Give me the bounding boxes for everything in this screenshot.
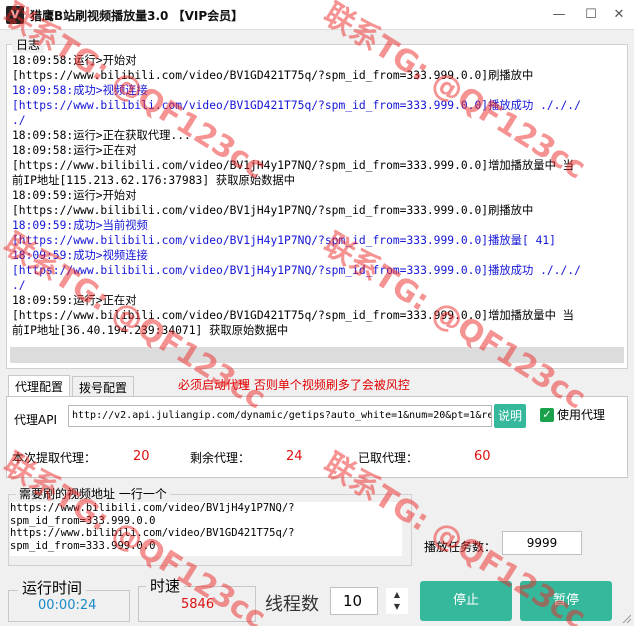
- log-line: [https://www.bilibili.com/video/BV1GD421…: [12, 99, 581, 112]
- remaining-proxy-value: 24: [286, 449, 303, 464]
- minimize-icon[interactable]: —: [548, 4, 570, 26]
- remaining-proxy-label: 剩余代理：: [190, 451, 251, 465]
- spin-down-icon[interactable]: ▼: [386, 600, 408, 614]
- video-urls-textarea[interactable]: https://www.bilibili.com/video/BV1jH4y1P…: [10, 502, 402, 556]
- speed-label: 时速: [146, 575, 185, 596]
- log-horizontal-scrollbar[interactable]: [10, 347, 624, 363]
- log-line: 18:09:58:运行>正在对: [12, 144, 137, 157]
- window-title: 猎鹰B站刷视频播放量3.0 【VIP会员】: [30, 9, 244, 23]
- threads-input[interactable]: 10: [330, 587, 378, 615]
- stop-button[interactable]: 停止: [420, 581, 512, 621]
- log-line: [https://www.bilibili.com/video/BV1jH4y1…: [12, 264, 581, 277]
- log-line: 18:09:59:运行>开始对: [12, 189, 137, 202]
- threads-label: 线程数: [265, 594, 319, 615]
- use-proxy-checkbox[interactable]: ✓ 使用代理: [540, 406, 605, 426]
- log-legend: 日志: [12, 36, 45, 53]
- extracted-proxy-label: 本次提取代理：: [12, 451, 97, 465]
- extracted-proxy-value: 20: [133, 449, 150, 464]
- log-line: [https://www.bilibili.com/video/BV1jH4y1…: [12, 204, 534, 217]
- url-line: https://www.bilibili.com/video/BV1GD421T…: [10, 527, 295, 539]
- log-line: 18:09:58:运行>正在获取代理...: [12, 129, 191, 142]
- tab-proxy-config[interactable]: 代理配置: [8, 375, 71, 397]
- log-line: 前IP地址[36.40.194.239:34071] 获取原始数据中: [12, 324, 289, 337]
- pause-button[interactable]: 暂停: [520, 581, 612, 621]
- log-line: 18:09:58:运行>开始对: [12, 54, 137, 67]
- title-bar: V 猎鹰B站刷视频播放量3.0 【VIP会员】 — ☐ ✕: [0, 0, 634, 30]
- fetched-proxy-label: 已取代理：: [358, 451, 419, 465]
- log-line: [https://www.bilibili.com/video/BV1GD421…: [12, 309, 574, 322]
- speed-value: 5846: [181, 597, 215, 612]
- log-line: 前IP地址[115.213.62.176:37983] 获取原始数据中: [12, 174, 296, 187]
- log-line: 18:09:58:成功>视频连接: [12, 84, 148, 97]
- runtime-label: 运行时间: [18, 577, 87, 598]
- proxy-warning-text: 必须启动代理 否则单个视频刷多了会被风控: [178, 378, 410, 392]
- checkbox-checked-icon[interactable]: ✓: [540, 407, 554, 422]
- log-line: [https://www.bilibili.com/video/BV1GD421…: [12, 69, 534, 82]
- log-line: [https://www.bilibili.com/video/BV1jH4y1…: [12, 159, 574, 172]
- close-icon[interactable]: ✕: [608, 4, 630, 26]
- tab-dialup-config[interactable]: 拨号配置: [72, 376, 135, 397]
- video-urls-legend: 需要刷的视频地址 一行一个: [16, 485, 170, 502]
- play-tasks-input[interactable]: 9999: [502, 531, 582, 555]
- explain-button[interactable]: 说明: [494, 404, 526, 428]
- play-tasks-label: 播放任务数：: [424, 540, 497, 554]
- use-proxy-label: 使用代理: [557, 408, 606, 422]
- url-line: spm_id_from=333.999.0.0: [10, 514, 156, 527]
- log-line: 18:09:59:成功>视频连接: [12, 249, 148, 262]
- fetched-proxy-value: 60: [474, 449, 491, 464]
- log-line: 18:09:59:成功>当前视频: [12, 219, 148, 232]
- url-line: spm_id_from=333.999.0.0: [10, 539, 156, 552]
- log-line: [https://www.bilibili.com/video/BV1jH4y1…: [12, 234, 556, 247]
- app-logo-icon: V: [6, 6, 24, 24]
- url-line: https://www.bilibili.com/video/BV1jH4y1P…: [10, 502, 295, 514]
- maximize-icon[interactable]: ☐: [580, 4, 602, 26]
- proxy-api-label: 代理API: [14, 413, 57, 427]
- log-output[interactable]: 18:09:58:运行>开始对 [https://www.bilibili.com…: [12, 53, 624, 345]
- log-line: ./: [12, 114, 26, 127]
- runtime-value: 00:00:24: [38, 598, 97, 613]
- log-line: ./: [12, 279, 26, 292]
- resize-grip-icon[interactable]: [621, 613, 631, 623]
- proxy-api-input[interactable]: http://v2.api.juliangip.com/dynamic/geti…: [68, 405, 492, 427]
- log-line: 18:09:59:运行>正在对: [12, 294, 137, 307]
